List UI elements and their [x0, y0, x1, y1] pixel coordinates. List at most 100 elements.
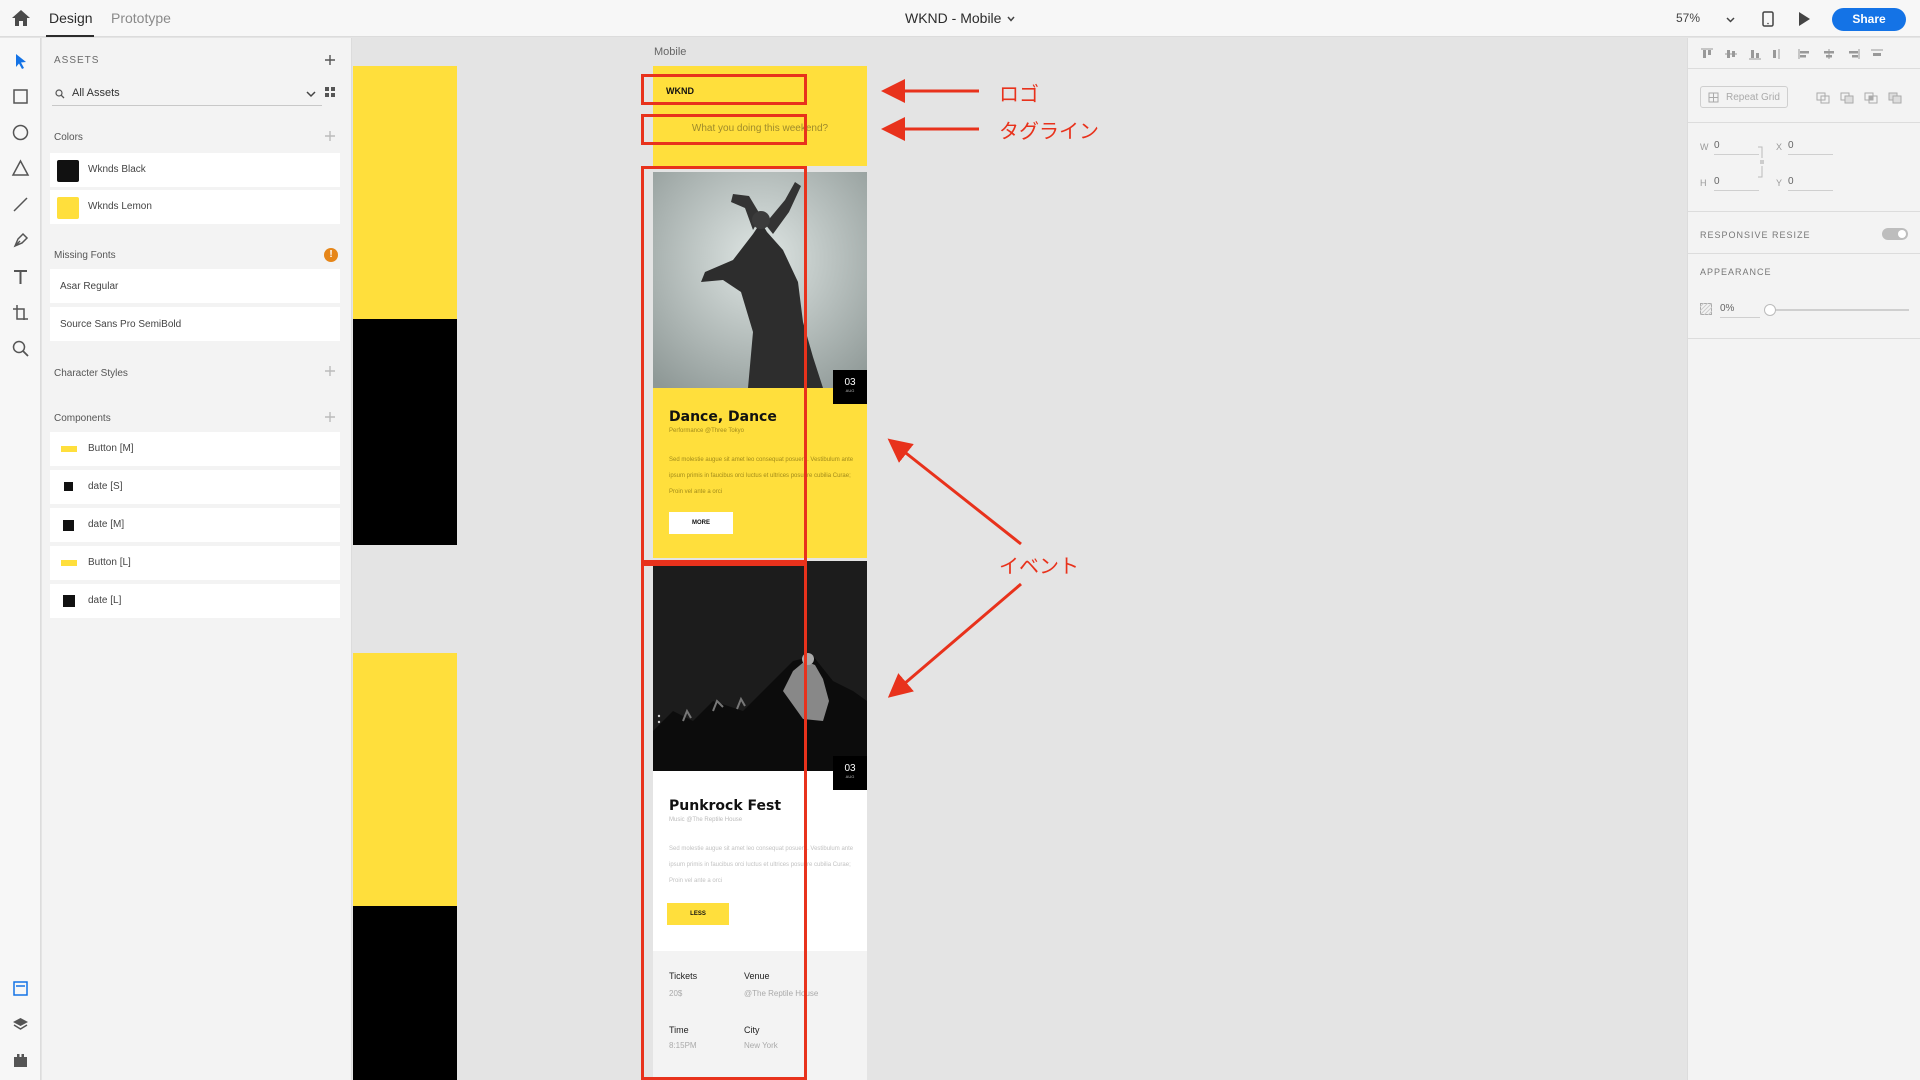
assets-title: ASSETS: [54, 55, 100, 66]
layers-icon[interactable]: [11, 1015, 30, 1034]
event-highlight-box: [641, 166, 807, 563]
text-tool-icon[interactable]: [11, 267, 30, 286]
boolean-add-icon[interactable]: [1816, 92, 1830, 104]
zoom-tool-icon[interactable]: [11, 339, 30, 358]
active-tab-underline: [46, 35, 94, 37]
colors-section-label: Colors: [54, 132, 83, 143]
component-name: date [M]: [88, 519, 125, 530]
zoom-level[interactable]: 57%: [1676, 11, 1700, 25]
opacity-slider-track[interactable]: [1769, 309, 1909, 311]
home-icon[interactable]: [10, 8, 32, 28]
date-day: 03: [844, 377, 856, 388]
add-color-plus-icon[interactable]: [324, 130, 336, 142]
responsive-resize-label: RESPONSIVE RESIZE: [1700, 230, 1811, 240]
rectangle-tool-icon[interactable]: [11, 87, 30, 106]
zoom-chevron-down-icon[interactable]: [1726, 15, 1735, 24]
boolean-subtract-icon[interactable]: [1840, 92, 1854, 104]
component-row[interactable]: Button [M]: [50, 432, 340, 466]
boolean-exclude-icon[interactable]: [1888, 92, 1902, 104]
date-thumbnail: [63, 520, 74, 531]
divider: [1688, 68, 1920, 69]
component-name: date [L]: [88, 595, 122, 606]
tab-design[interactable]: Design: [49, 10, 93, 26]
device-preview-icon[interactable]: [1762, 11, 1774, 27]
height-input[interactable]: 0: [1714, 176, 1759, 191]
top-bar: Design Prototype WKND - Mobile 57% Share: [0, 0, 1920, 37]
divider: [1688, 338, 1920, 339]
artboard-fragment-yellow[interactable]: [353, 653, 457, 906]
component-row[interactable]: date [S]: [50, 470, 340, 504]
artboard-label[interactable]: Mobile: [654, 46, 686, 58]
opacity-input[interactable]: 0%: [1720, 303, 1760, 318]
divider: [1688, 211, 1920, 212]
assets-panel: ASSETS All Assets Colors Wknds Black Wkn…: [42, 38, 352, 1080]
add-asset-plus-icon[interactable]: [324, 54, 336, 66]
width-input[interactable]: 0: [1714, 140, 1759, 155]
artboard-fragment-yellow[interactable]: [353, 66, 457, 319]
date-badge: 03 AUG: [833, 756, 867, 790]
component-name: Button [M]: [88, 443, 134, 454]
align-right-icon[interactable]: [1846, 48, 1860, 60]
y-label: Y: [1776, 178, 1783, 188]
search-icon: [55, 89, 65, 99]
color-asset-row[interactable]: Wknds Black: [50, 153, 340, 187]
tab-prototype[interactable]: Prototype: [111, 10, 171, 26]
component-name: date [S]: [88, 481, 123, 492]
distribute-vertical-icon[interactable]: [1770, 48, 1784, 60]
repeat-grid-label: Repeat Grid: [1726, 92, 1780, 103]
repeat-grid-button[interactable]: Repeat Grid: [1700, 86, 1788, 108]
missing-font-row[interactable]: Asar Regular: [50, 269, 340, 303]
distribute-horizontal-icon[interactable]: [1870, 48, 1884, 60]
event-highlight-box: [641, 563, 807, 1080]
align-left-icon[interactable]: [1798, 48, 1812, 60]
responsive-resize-toggle[interactable]: [1882, 228, 1908, 240]
x-input[interactable]: 0: [1788, 140, 1833, 155]
design-canvas[interactable]: Mobile WKND What you doing this weekend?…: [353, 38, 1686, 1080]
opacity-icon: [1700, 303, 1712, 315]
button-thumbnail: [61, 560, 77, 566]
document-title[interactable]: WKND - Mobile: [905, 10, 1001, 26]
x-label: X: [1776, 142, 1783, 152]
artboard-tool-icon[interactable]: [11, 303, 30, 322]
height-label: H: [1700, 178, 1707, 188]
chevron-down-icon[interactable]: [1007, 15, 1015, 23]
artboard-fragment-black[interactable]: [353, 319, 457, 545]
tagline-highlight-box: [641, 114, 807, 145]
logo-annotation: ロゴ: [999, 82, 1039, 106]
align-top-icon[interactable]: [1700, 48, 1714, 60]
y-input[interactable]: 0: [1788, 176, 1833, 191]
artboard-fragment-black[interactable]: [353, 906, 457, 1080]
asset-filter-select[interactable]: All Assets: [52, 82, 322, 106]
color-name: Wknds Lemon: [88, 201, 152, 212]
ellipse-tool-icon[interactable]: [11, 123, 30, 142]
align-bottom-icon[interactable]: [1748, 48, 1762, 60]
property-inspector: Repeat Grid W 0 X 0 H 0 Y 0 RESPONSIVE R…: [1687, 38, 1920, 1080]
component-row[interactable]: Button [L]: [50, 546, 340, 580]
play-icon[interactable]: [1797, 11, 1811, 27]
component-row[interactable]: date [M]: [50, 508, 340, 542]
color-name: Wknds Black: [88, 164, 146, 175]
boolean-intersect-icon[interactable]: [1864, 92, 1878, 104]
lock-aspect-icon[interactable]: [1758, 146, 1766, 178]
color-asset-row[interactable]: Wknds Lemon: [50, 190, 340, 224]
polygon-tool-icon[interactable]: [11, 159, 30, 178]
align-center-icon[interactable]: [1822, 48, 1836, 60]
date-thumbnail: [64, 482, 73, 491]
pen-tool-icon[interactable]: [11, 231, 30, 250]
line-tool-icon[interactable]: [11, 195, 30, 214]
date-month: AUG: [845, 388, 855, 393]
missing-font-row[interactable]: Source Sans Pro SemiBold: [50, 307, 340, 341]
opacity-slider-handle[interactable]: [1764, 304, 1776, 316]
add-character-style-plus-icon[interactable]: [324, 365, 336, 377]
add-component-plus-icon[interactable]: [324, 411, 336, 423]
warning-icon[interactable]: !: [324, 248, 338, 262]
select-tool-icon[interactable]: [11, 52, 30, 71]
plugins-icon[interactable]: [11, 1051, 30, 1070]
grid-view-icon[interactable]: [324, 86, 336, 98]
component-row[interactable]: date [L]: [50, 584, 340, 618]
assets-panel-icon[interactable]: [11, 979, 30, 998]
share-button[interactable]: Share: [1832, 8, 1906, 31]
date-badge: 03 AUG: [833, 370, 867, 404]
align-middle-icon[interactable]: [1724, 48, 1738, 60]
component-name: Button [L]: [88, 557, 131, 568]
